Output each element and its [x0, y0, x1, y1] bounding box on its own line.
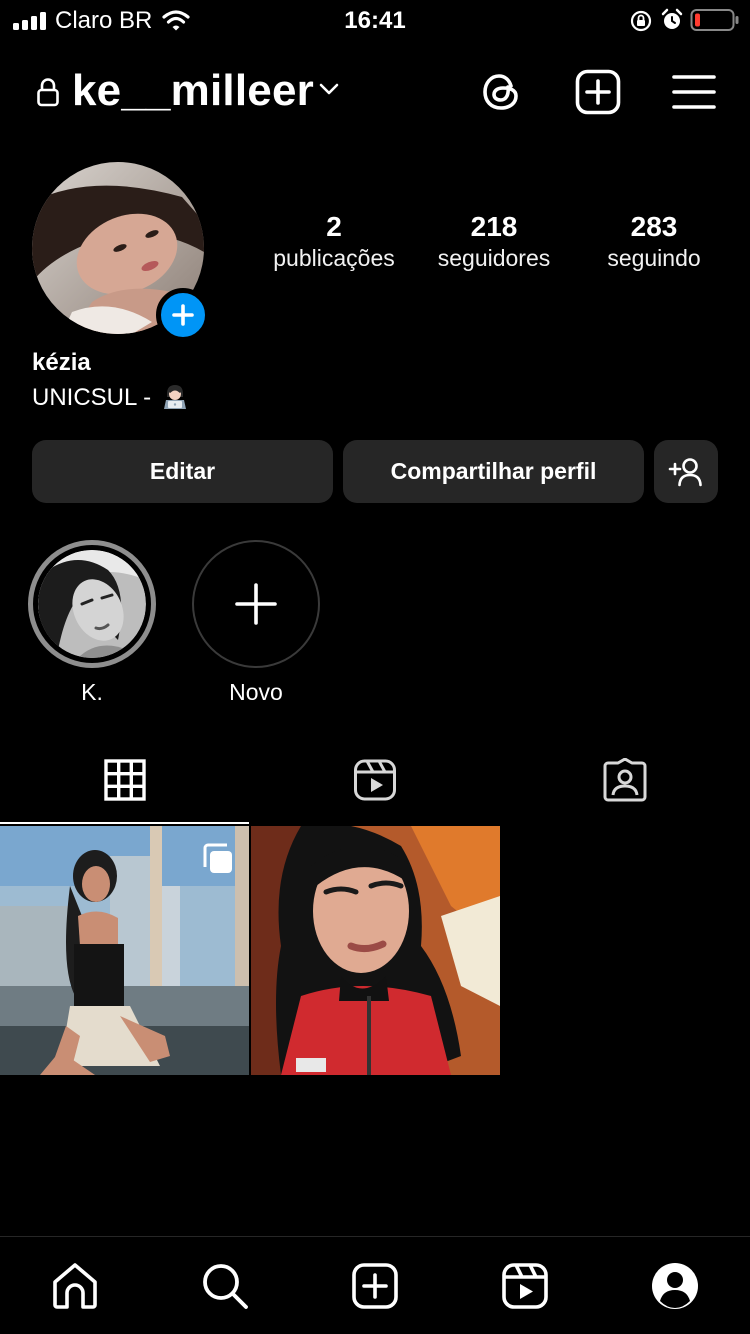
profile-icon[interactable] — [650, 1261, 700, 1311]
active-tab-indicator — [0, 822, 249, 824]
status-bar: Claro BR 16:41 — [0, 0, 750, 44]
share-profile-button[interactable]: Compartilhar perfil — [343, 440, 644, 503]
bio-text: UNICSUL - — [32, 384, 152, 411]
carousel-icon — [203, 843, 232, 873]
orientation-lock-icon — [630, 10, 652, 32]
new-highlight[interactable]: Novo — [192, 540, 320, 706]
profile-header: ke__milleer — [0, 55, 750, 131]
highlight-item[interactable]: K. — [28, 540, 156, 706]
plus-icon — [235, 583, 277, 625]
post-thumbnail[interactable] — [0, 826, 249, 1075]
tab-posts[interactable] — [0, 740, 250, 824]
stat-label: publicações — [273, 245, 395, 271]
stat-value: 283 — [630, 211, 678, 242]
highlight-label: Novo — [229, 679, 283, 705]
post-thumbnail[interactable] — [251, 826, 500, 1075]
chevron-down-icon[interactable] — [318, 81, 340, 97]
tagged-icon — [603, 758, 647, 802]
menu-icon[interactable] — [672, 73, 716, 111]
threads-icon[interactable] — [480, 69, 524, 115]
stat-posts[interactable]: 2 publicações — [254, 210, 414, 272]
tab-reels[interactable] — [250, 740, 500, 824]
plus-icon — [172, 304, 194, 326]
search-icon[interactable] — [200, 1261, 250, 1311]
add-post-icon[interactable] — [575, 69, 621, 115]
stat-followers[interactable]: 218 seguidores — [414, 210, 574, 272]
bio: UNICSUL - — [32, 382, 188, 414]
add-person-icon — [668, 458, 702, 487]
highlight-cover — [28, 540, 156, 668]
account-switcher[interactable]: ke__milleer — [72, 65, 314, 117]
edit-profile-button[interactable]: Editar — [32, 440, 333, 503]
stat-label: seguindo — [607, 245, 701, 271]
discover-people-button[interactable] — [654, 440, 718, 503]
stat-label: seguidores — [437, 245, 551, 271]
lock-icon — [37, 78, 59, 107]
bottom-navigation — [0, 1236, 750, 1334]
reels-icon[interactable] — [500, 1261, 550, 1311]
display-name: kézia — [32, 349, 91, 376]
create-icon[interactable] — [350, 1261, 400, 1311]
battery-icon — [690, 9, 739, 31]
stat-value: 2 — [326, 211, 342, 242]
tab-tagged[interactable] — [500, 740, 750, 824]
technologist-emoji-icon — [163, 385, 186, 409]
content-tabs — [0, 740, 750, 826]
highlight-label: K. — [81, 679, 103, 705]
highlight-photo — [38, 550, 146, 658]
alarm-icon — [661, 8, 683, 29]
reels-icon — [354, 759, 396, 801]
add-story-button[interactable] — [156, 288, 210, 342]
grid-icon — [104, 759, 146, 801]
profile-avatar[interactable] — [32, 162, 210, 342]
stat-value: 218 — [470, 211, 518, 242]
stat-following[interactable]: 283 seguindo — [574, 210, 734, 272]
new-highlight-button[interactable] — [192, 540, 320, 668]
post-photo — [251, 826, 500, 1075]
home-icon[interactable] — [50, 1261, 100, 1311]
